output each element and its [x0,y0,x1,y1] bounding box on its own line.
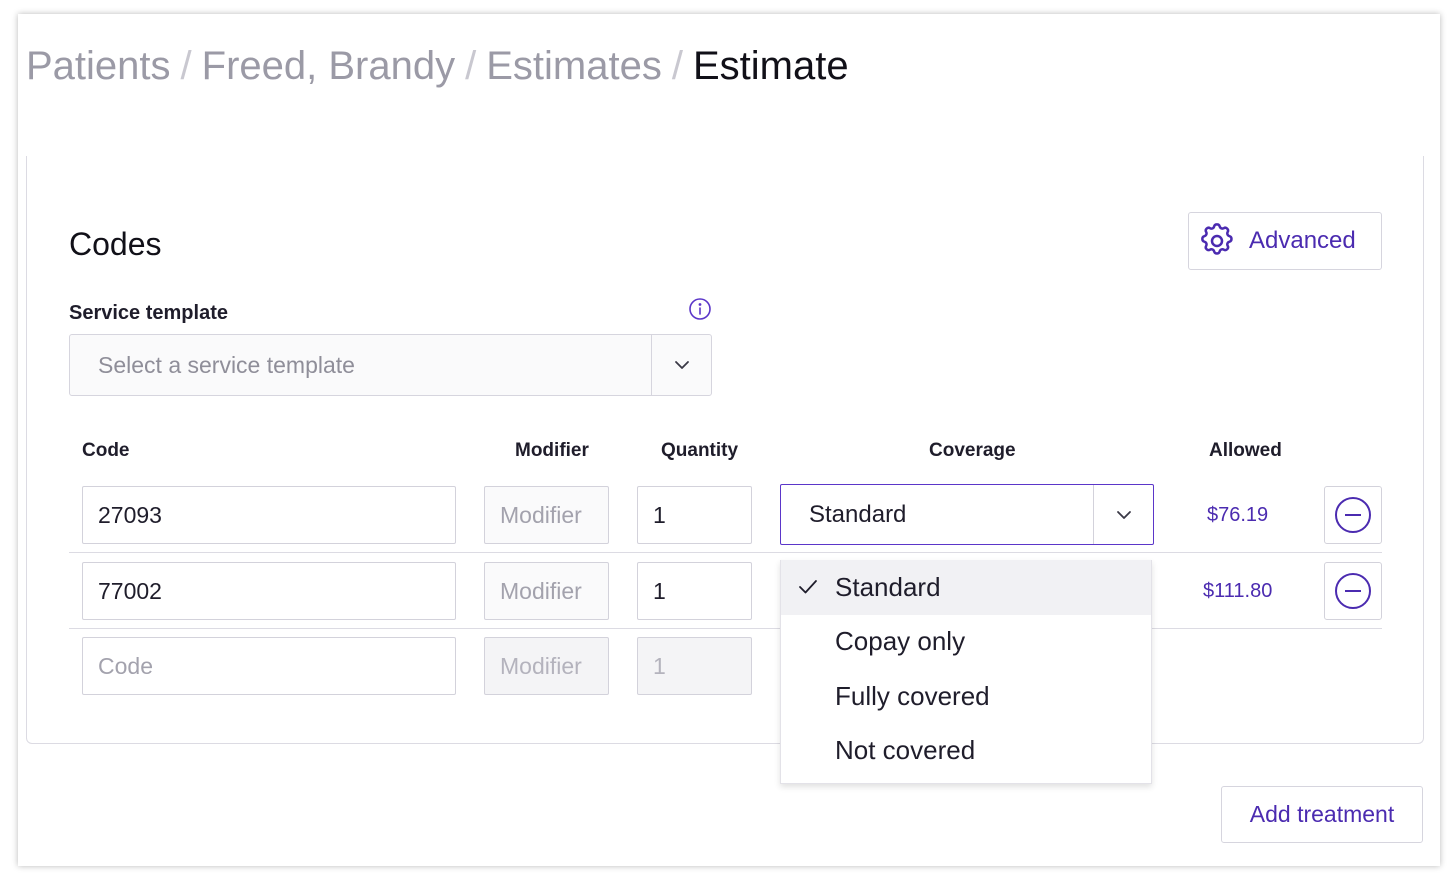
modifier-input[interactable]: Modifier [484,562,609,620]
coverage-option-label: Not covered [835,735,976,766]
coverage-option-copay-only[interactable]: Copay only [781,615,1151,670]
column-header-coverage: Coverage [929,440,1016,461]
quantity-input[interactable]: 1 [637,486,752,544]
code-input[interactable]: 77002 [82,562,456,620]
remove-row-button[interactable] [1324,486,1382,544]
new-quantity-input[interactable]: 1 [637,637,752,695]
service-template-placeholder: Select a service template [98,351,355,378]
service-template-select[interactable]: Select a service template [69,334,712,396]
breadcrumb-separator: / [465,44,477,88]
breadcrumb-patient-name[interactable]: Freed, Brandy [202,44,455,88]
coverage-select[interactable]: Standard [780,484,1154,545]
minus-circle-icon [1335,497,1371,533]
check-icon [799,580,817,594]
coverage-option-label: Fully covered [835,680,990,711]
breadcrumb-estimates[interactable]: Estimates [486,44,662,88]
gear-icon [1201,223,1233,255]
estimate-window: Patients / Freed, Brandy / Estimates / Estimat… [18,14,1440,866]
coverage-option-standard[interactable]: Standard [781,560,1151,615]
column-header-quantity: Quantity [661,440,739,461]
code-input[interactable]: 27093 [82,486,456,544]
breadcrumb: Patients / Freed, Brandy / Estimates / Estimat… [26,42,849,90]
coverage-selected-value: Standard [809,500,907,528]
coverage-option-label: Standard [835,571,941,602]
coverage-option-not-covered[interactable]: Not covered [781,724,1151,779]
new-modifier-input[interactable]: Modifier [484,637,609,695]
coverage-toggle[interactable] [1093,485,1153,544]
info-icon[interactable] [688,297,712,321]
column-header-modifier: Modifier [515,440,589,461]
column-header-allowed: Allowed [1209,440,1282,461]
service-template-label: Service template [69,302,228,324]
quantity-input[interactable]: 1 [637,562,752,620]
coverage-dropdown-menu: Standard Copay only Fully covered Not co… [780,560,1152,784]
advanced-button[interactable]: Advanced [1188,212,1382,270]
row-divider [69,628,1382,629]
column-header-code: Code [82,440,130,461]
add-treatment-button[interactable]: Add treatment [1221,786,1423,843]
row-divider [69,552,1382,553]
coverage-option-label: Copay only [835,626,966,657]
breadcrumb-patients[interactable]: Patients [26,44,171,88]
breadcrumb-separator: / [671,44,683,88]
breadcrumb-current-estimate: Estimate [692,44,849,88]
chevron-down-icon [1116,510,1131,519]
new-code-input[interactable]: Code [82,637,456,695]
breadcrumb-separator: / [180,44,192,88]
codes-card: Codes Advanced Service template Select a… [26,156,1424,744]
modifier-input[interactable]: Modifier [484,486,609,544]
allowed-amount: $111.80 [1203,580,1273,602]
service-template-toggle[interactable] [651,335,711,395]
coverage-option-fully-covered[interactable]: Fully covered [781,669,1151,724]
codes-title: Codes [69,226,162,262]
chevron-down-icon [674,361,689,369]
advanced-label: Advanced [1249,227,1356,254]
remove-row-button[interactable] [1324,562,1382,620]
allowed-amount: $76.19 [1207,504,1269,526]
minus-circle-icon [1335,573,1371,609]
